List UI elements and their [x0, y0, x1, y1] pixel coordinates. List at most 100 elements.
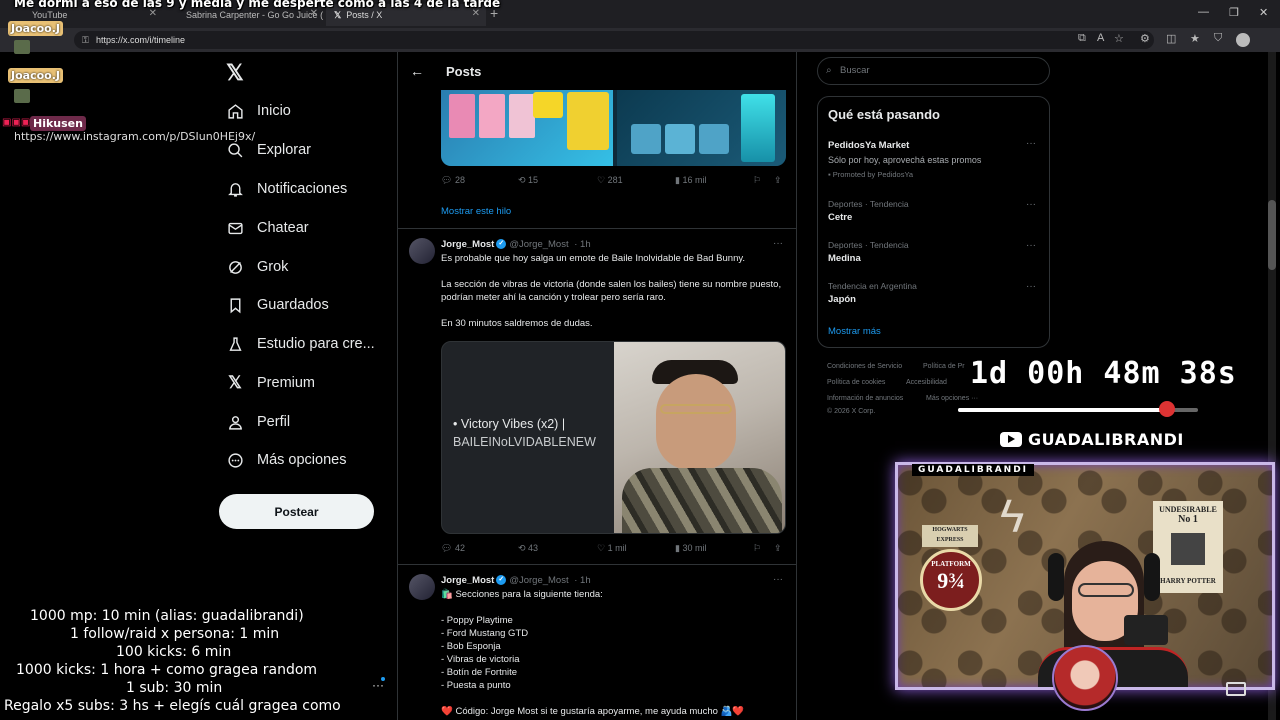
trend-name[interactable]: PedidosYa Market — [828, 140, 909, 151]
share-icon[interactable]: ⇪ — [774, 543, 782, 554]
close-window-icon[interactable]: ✕ — [1259, 6, 1268, 19]
nav-item-perfil[interactable]: Perfil — [226, 407, 290, 437]
author-handle: @Jorge_Most — [509, 239, 569, 250]
jacket — [622, 468, 782, 533]
platform-text: PLATFORM — [931, 560, 971, 568]
reply-action[interactable]: 💬︎ 28 — [441, 175, 465, 186]
post-author[interactable]: Jorge_Most ✓ @Jorge_Most · 1h — [441, 575, 591, 586]
shield-icon[interactable]: ⛉ — [1214, 32, 1222, 45]
divider — [398, 228, 796, 229]
x-logo-icon[interactable]: 𝕏 — [226, 60, 244, 86]
avatar[interactable] — [409, 238, 435, 264]
shop-item — [699, 124, 729, 154]
photo-bad-bunny — [614, 342, 785, 533]
post-button[interactable]: Postear — [219, 494, 374, 529]
nav-item-estudio[interactable]: Estudio para cre... — [226, 329, 375, 359]
search-icon: ⌕ — [826, 65, 832, 76]
favorite-star-icon[interactable]: ☆ — [1114, 32, 1124, 45]
minimize-icon[interactable]: — — [1198, 6, 1209, 18]
read-aloud-icon[interactable]: A — [1097, 32, 1104, 44]
chat-badges-icon: ▣▣▣ — [2, 117, 31, 128]
views-action[interactable]: ▮ 30 mil — [675, 543, 706, 554]
bookmark-icon[interactable]: ⚐ — [753, 543, 761, 554]
trend-more-icon[interactable]: ··· — [1026, 199, 1036, 210]
footer-link-cookies[interactable]: Política de cookies — [827, 379, 885, 386]
post-actions: 💬︎ 42 ⟲ 43 ♡ 1 mil ▮ 30 mil ⚐ ⇪ — [441, 543, 786, 557]
favorites-icon[interactable]: ★ — [1190, 32, 1200, 45]
address-bar[interactable]: ⚿ https://x.com/i/timeline — [74, 31, 1154, 49]
footer-link-terms[interactable]: Condiciones de Servicio — [827, 363, 902, 370]
avatar[interactable] — [409, 574, 435, 600]
post-author[interactable]: Jorge_Most ✓ @Jorge_Most · 1h — [441, 239, 591, 250]
search-input[interactable]: ⌕ Buscar — [817, 57, 1050, 85]
nav-item-inicio[interactable]: Inicio — [226, 96, 291, 126]
bookmark-icon[interactable]: ⚐ — [753, 175, 761, 186]
nav-label: Perfil — [257, 414, 291, 430]
nav-item-guardados[interactable]: Guardados — [226, 290, 329, 320]
post-more-icon[interactable]: ··· — [773, 574, 783, 585]
share-icon[interactable]: ⇪ — [774, 175, 782, 186]
views-action[interactable]: ▮ 16 mil — [675, 175, 706, 186]
avatar-marker-icon — [1159, 401, 1175, 417]
shop-item — [449, 94, 475, 138]
nav-item-grok[interactable]: Grok — [226, 252, 288, 282]
flask-icon — [226, 335, 244, 353]
browser-profile-avatar[interactable] — [1236, 33, 1250, 47]
nav-label: Guardados — [257, 297, 329, 313]
trend-name[interactable]: Medina — [828, 253, 861, 264]
card-line-1: • Victory Vibes (x2) | — [453, 417, 566, 431]
chat-message: https://www.instagram.com/p/DSIun0HEj9x/ — [14, 130, 256, 143]
nav-item-chatear[interactable]: Chatear — [226, 213, 309, 243]
scrollbar-thumb[interactable] — [1268, 200, 1276, 270]
cam-label: GUADALIBRANDI — [912, 464, 1035, 476]
poster-photo — [1171, 533, 1205, 565]
x-icon: 𝕏 — [228, 373, 242, 392]
back-arrow-icon[interactable]: ← — [410, 63, 424, 79]
footer-link-privacy[interactable]: Política de Pr — [923, 363, 965, 370]
trend-name[interactable]: Cetre — [828, 212, 852, 223]
show-thread-link[interactable]: Mostrar este hilo — [441, 206, 511, 217]
show-more-link[interactable]: Mostrar más — [828, 326, 881, 337]
post-time: · 1h — [574, 575, 591, 586]
trend-more-icon[interactable]: ··· — [1026, 281, 1036, 292]
like-action[interactable]: ♡ 1 mil — [597, 543, 627, 554]
shop-item — [665, 124, 695, 154]
trend-more-icon[interactable]: ··· — [1026, 138, 1036, 149]
chat-username: Joacoo.J — [8, 68, 63, 83]
footer-link-accessibility[interactable]: Accesibilidad — [906, 379, 947, 386]
repost-action[interactable]: ⟲ 43 — [518, 543, 538, 554]
install-app-icon[interactable]: ⧉ — [1078, 32, 1086, 45]
sign-line-2: EXPRESS — [936, 537, 964, 543]
footer-link-ads[interactable]: Información de anuncios — [827, 395, 903, 402]
poster-name: HARRY POTTER — [1160, 577, 1216, 585]
post-more-icon[interactable]: ··· — [773, 238, 783, 249]
repost-action[interactable]: ⟲ 15 — [518, 175, 538, 186]
author-handle: @Jorge_Most — [509, 575, 569, 586]
reply-action[interactable]: 💬︎ 42 — [441, 543, 465, 554]
like-count: 281 — [607, 175, 623, 185]
post-image-card[interactable]: • Victory Vibes (x2) | BAILEINoLVIDABLEN… — [441, 341, 786, 534]
restore-icon[interactable]: ❐ — [1229, 6, 1239, 19]
trend-name[interactable]: Japón — [828, 294, 856, 305]
wanted-poster: UNDESIRABLE No 1 HARRY POTTER — [1153, 501, 1223, 593]
split-screen-icon[interactable]: ◫ — [1166, 32, 1176, 45]
more-circle-icon — [226, 451, 244, 469]
post-actions: 💬︎ 28 ⟲ 15 ♡ 281 ▮ 16 mil ⚐ ⇪ — [441, 175, 786, 189]
verified-badge-icon: ✓ — [496, 575, 507, 586]
shop-item-spongebob — [567, 92, 609, 150]
trend-more-icon[interactable]: ··· — [1026, 240, 1036, 251]
tab-title: Sabrina Carpenter - Go Go Juice (… — [186, 10, 324, 20]
nav-item-mas-opciones[interactable]: Más opciones — [226, 445, 346, 475]
nav-item-premium[interactable]: 𝕏 Premium — [226, 368, 315, 398]
post-image-fortnite-shop[interactable] — [441, 90, 786, 166]
repost-count: 15 — [528, 175, 539, 185]
bell-icon — [226, 180, 244, 198]
author-name: Jorge_Most — [441, 239, 495, 250]
nav-item-notificaciones[interactable]: Notificaciones — [226, 174, 347, 204]
site-info-icon[interactable]: ⚿ — [82, 31, 89, 49]
like-action[interactable]: ♡ 281 — [597, 175, 623, 186]
headphone-right — [1144, 553, 1160, 601]
extensions-icon[interactable]: ⚙ — [1140, 32, 1150, 45]
nav-label: Explorar — [257, 142, 311, 158]
footer-link-more[interactable]: Más opciones ··· — [926, 395, 978, 402]
